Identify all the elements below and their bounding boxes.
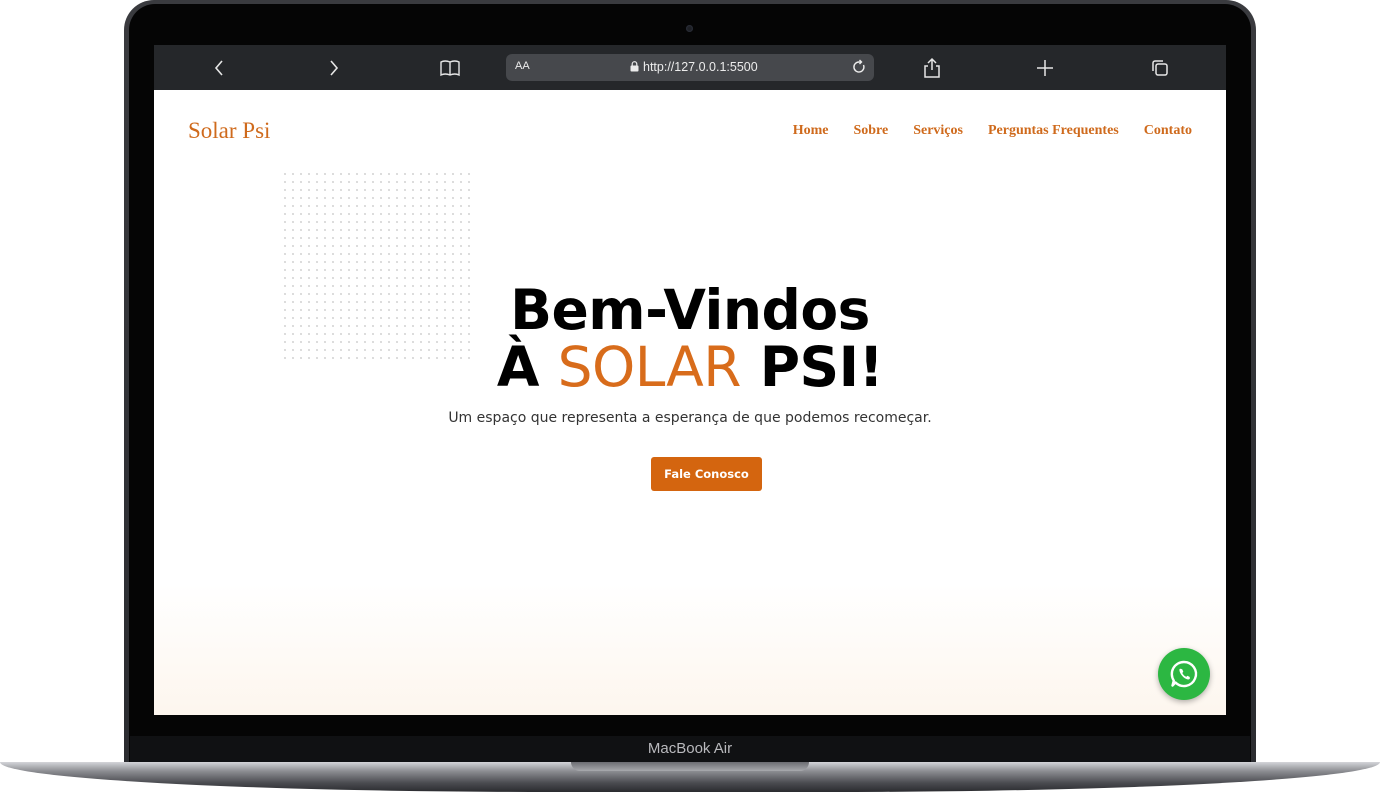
reader-aa-button[interactable]: AA [515,60,530,72]
hero-title: Bem-Vindos À SOLAR PSI! [154,282,1226,396]
address-bar[interactable]: AA http://127.0.0.1:5500 [506,54,874,81]
plus-icon [1037,60,1053,76]
chevron-right-icon [330,60,339,76]
fale-conosco-button[interactable]: Fale Conosco [651,457,762,491]
main-nav: Home Sobre Serviços Perguntas Frequentes… [793,123,1192,139]
site-logo[interactable]: Solar Psi [188,118,270,144]
laptop-hinge-notch [571,762,809,771]
nav-item-servicos[interactable]: Serviços [913,123,963,139]
hero-title-line1: Bem-Vindos [510,278,870,342]
tabs-icon [1152,60,1168,76]
back-button[interactable] [206,55,232,81]
reload-icon[interactable] [850,58,868,76]
tabs-overview-button[interactable] [1147,55,1173,81]
nav-item-sobre[interactable]: Sobre [853,123,888,139]
nav-item-perguntas-frequentes[interactable]: Perguntas Frequentes [988,123,1119,139]
bookmarks-button[interactable] [437,55,463,81]
new-tab-button[interactable] [1032,55,1058,81]
hero-title-suffix: PSI! [759,335,884,399]
chevron-left-icon [214,60,223,76]
book-icon [440,60,460,77]
share-icon [924,57,940,78]
device-model-label: MacBook Air [647,740,733,757]
hero-title-prefix: À [496,335,540,399]
camera-icon [686,25,693,32]
nav-item-contato[interactable]: Contato [1144,123,1192,139]
forward-button[interactable] [321,55,347,81]
url-text: http://127.0.0.1:5500 [643,60,758,74]
hero-title-accent: SOLAR [557,335,742,399]
share-button[interactable] [919,55,945,81]
browser-toolbar: AA http://127.0.0.1:5500 [154,45,1226,90]
web-page: Solar Psi Home Sobre Serviços Perguntas … [154,90,1226,715]
nav-item-home[interactable]: Home [793,123,829,139]
browser-window: AA http://127.0.0.1:5500 Solar Psi Home … [154,45,1226,715]
laptop-base [0,762,1380,793]
lock-icon [630,61,639,72]
whatsapp-button[interactable] [1158,648,1210,700]
hero-subtitle: Um espaço que representa a esperança de … [448,410,932,426]
whatsapp-icon [1170,660,1198,688]
